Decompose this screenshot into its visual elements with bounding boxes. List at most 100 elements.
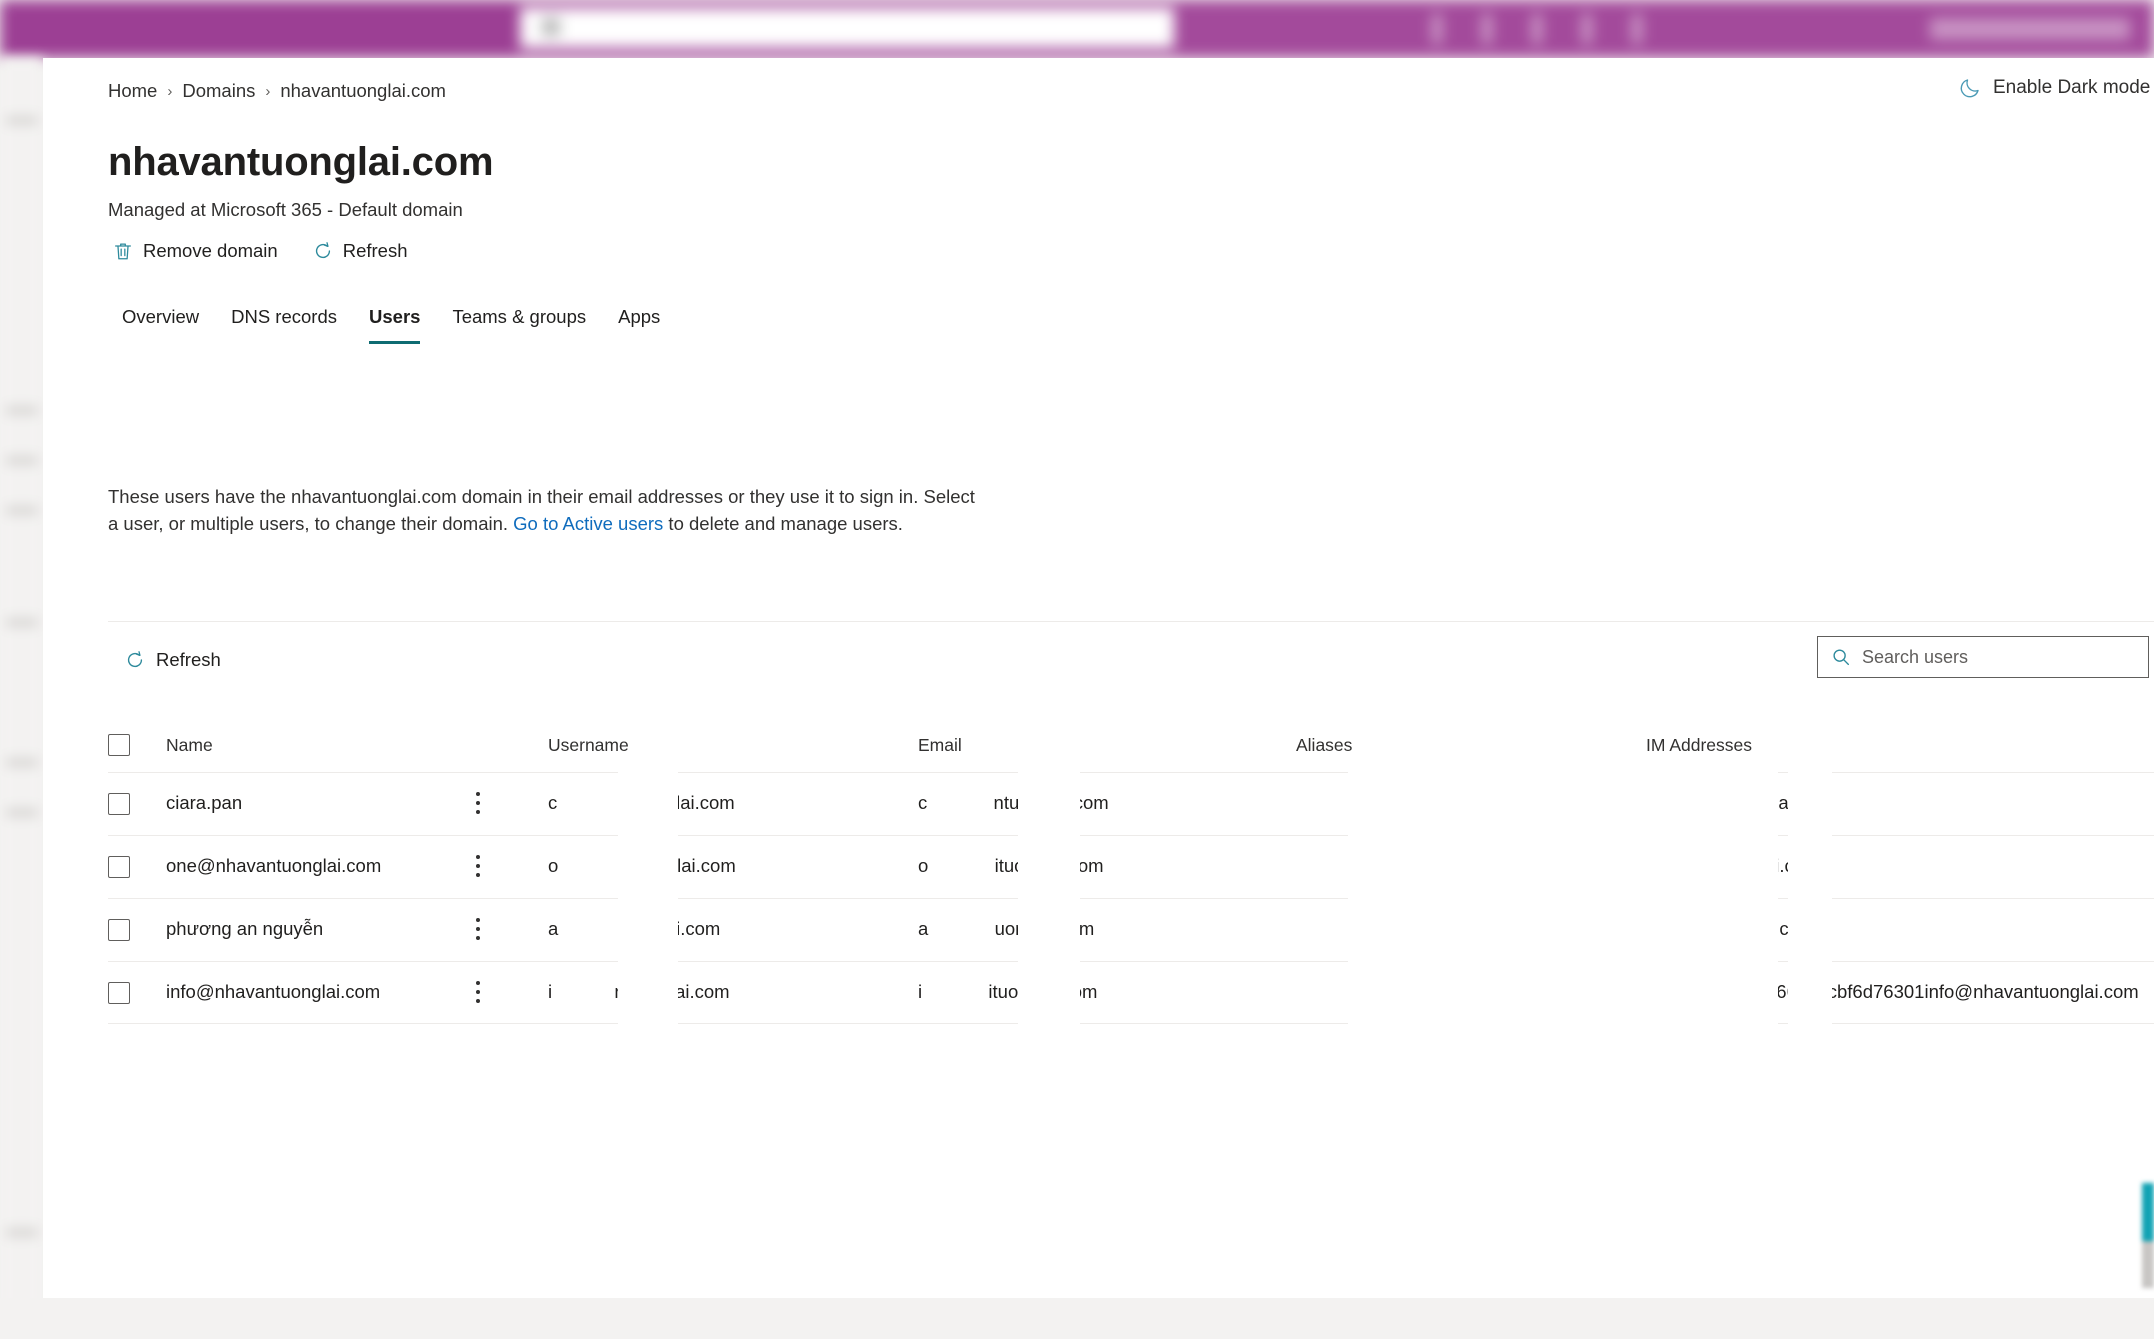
dark-mode-label: Enable Dark mode <box>1993 77 2151 98</box>
row-more-options-icon[interactable] <box>466 915 490 943</box>
row-more-options-icon[interactable] <box>466 978 490 1006</box>
row-more-options-icon[interactable] <box>466 789 490 817</box>
username-suffix: ntuonglai.com <box>620 855 736 876</box>
suite-waffle-area <box>0 0 520 58</box>
email-suffix: uonglai.com <box>994 918 1095 939</box>
im-prefix: a <box>1646 918 1657 939</box>
suite-icon-4[interactable] <box>1582 14 1592 44</box>
column-header-email[interactable]: Email <box>918 735 1296 756</box>
suite-icon-1[interactable] <box>1432 14 1442 44</box>
left-nav-rail[interactable] <box>0 58 43 1339</box>
user-name-text: one@nhavantuonglai.com <box>166 855 382 876</box>
breadcrumb: Home › Domains › nhavantuonglai.com <box>108 80 446 102</box>
suite-icon-2[interactable] <box>1482 14 1492 44</box>
cell-aliases <box>1296 836 1646 855</box>
suite-header-bar <box>0 0 2154 58</box>
username-prefix: c <box>548 792 558 813</box>
row-select-cell <box>108 836 166 878</box>
go-to-active-users-link[interactable]: Go to Active users <box>513 513 663 534</box>
enable-dark-mode-toggle[interactable]: Enable Dark mode <box>1958 76 2150 100</box>
user-name-text: ciara.pan <box>166 792 243 813</box>
row-select-cell <box>108 962 166 1004</box>
rail-item-2[interactable] <box>6 406 38 415</box>
email-suffix: ituonglai.com <box>988 981 1098 1002</box>
user-name-text: info@nhavantuonglai.com <box>166 981 381 1002</box>
user-name-text: phương an nguyễn <box>166 918 324 939</box>
vertical-scrollbar-thumb[interactable] <box>2142 1183 2154 1288</box>
rail-item-7[interactable] <box>6 808 38 817</box>
suite-search-icon <box>542 18 560 36</box>
im-prefix: o <box>1646 855 1657 876</box>
tab-apps[interactable]: Apps <box>602 298 676 344</box>
row-checkbox[interactable] <box>108 856 130 878</box>
cell-username: o ntuonglai.com <box>548 836 918 877</box>
window-bottom-strip <box>0 1298 2154 1339</box>
email-suffix: ntuonglai.com <box>993 792 1109 813</box>
column-header-name[interactable]: Name <box>166 735 548 756</box>
search-users-box[interactable] <box>1817 636 2149 678</box>
column-header-username[interactable]: Username <box>548 735 918 756</box>
tab-dns-records[interactable]: DNS records <box>215 298 353 344</box>
username-prefix: a <box>548 918 559 939</box>
search-users-input[interactable] <box>1862 646 2136 668</box>
refresh-users-button[interactable]: Refresh <box>118 645 227 675</box>
cell-email: c ntuonglai.com <box>918 773 1296 814</box>
row-checkbox[interactable] <box>108 793 130 815</box>
tab-users[interactable]: Users <box>353 298 436 344</box>
username-prefix: i <box>548 981 553 1002</box>
refresh-domain-button[interactable]: Refresh <box>306 236 414 266</box>
toolbar-divider <box>108 621 2154 622</box>
rail-item-8[interactable] <box>6 1228 38 1237</box>
users-table: Name Username Email Aliases IM Addresses… <box>108 718 2154 1024</box>
email-suffix: ituonglai.com <box>994 855 1104 876</box>
im-suffix: 3404aa66eeecbf6d76301info@nhavantuonglai… <box>1714 981 2139 1002</box>
email-prefix: o <box>918 855 929 876</box>
tab-overview[interactable]: Overview <box>106 298 215 344</box>
im-suffix: tuonglai.com <box>1714 855 1820 876</box>
column-header-im-addresses[interactable]: IM Addresses <box>1646 735 2154 756</box>
breadcrumb-item-current[interactable]: nhavantuonglai.com <box>280 80 446 102</box>
table-row[interactable]: phương an nguyễn a uonglai.com a uonglai… <box>108 898 2154 961</box>
email-prefix: c <box>918 792 928 813</box>
suite-icon-5[interactable] <box>1632 14 1642 44</box>
page-title: nhavantuonglai.com <box>108 140 494 184</box>
suite-icon-3[interactable] <box>1532 14 1542 44</box>
row-select-cell <box>108 899 166 941</box>
main-content: Home › Domains › nhavantuonglai.com Enab… <box>43 58 2154 1298</box>
table-row[interactable]: info@nhavantuonglai.com i ntuonglai.com … <box>108 961 2154 1024</box>
page-subtitle: Managed at Microsoft 365 - Default domai… <box>108 199 463 220</box>
breadcrumb-item-domains[interactable]: Domains <box>182 80 255 102</box>
suite-search-box[interactable] <box>520 8 1175 48</box>
rail-item-1[interactable] <box>6 116 38 125</box>
cell-aliases <box>1296 773 1646 792</box>
refresh-domain-label: Refresh <box>342 240 408 261</box>
rail-item-6[interactable] <box>6 758 38 767</box>
cell-im-addresses: 2 3404aa66eeecbf6d76301info@nhavantuongl… <box>1646 962 2154 1003</box>
breadcrumb-item-home[interactable]: Home <box>108 80 157 102</box>
table-row[interactable]: ciara.pan c ntuonglai.com c ntuonglai.co… <box>108 772 2154 835</box>
email-prefix: a <box>918 918 929 939</box>
tab-teams-groups[interactable]: Teams & groups <box>436 298 602 344</box>
suite-account-label[interactable] <box>1930 18 2130 40</box>
command-bar: Remove domain Refresh <box>106 236 413 266</box>
row-checkbox[interactable] <box>108 919 130 941</box>
rail-item-5[interactable] <box>6 618 38 627</box>
refresh-icon <box>315 242 330 259</box>
refresh-icon <box>127 651 143 668</box>
cell-im-addresses: o tuonglai.com <box>1646 836 2154 877</box>
trash-icon <box>115 243 131 260</box>
refresh-users-label: Refresh <box>156 649 221 670</box>
column-header-aliases[interactable]: Aliases <box>1296 735 1646 756</box>
rail-item-3[interactable] <box>6 456 38 465</box>
remove-domain-button[interactable]: Remove domain <box>106 236 284 266</box>
row-more-options-icon[interactable] <box>466 852 490 880</box>
cell-im-addresses: ci ntuonglai.com <box>1646 773 2154 814</box>
rail-item-4[interactable] <box>6 506 38 515</box>
cell-username: i ntuonglai.com <box>548 962 918 1003</box>
select-all-checkbox[interactable] <box>108 734 130 756</box>
cell-email: o ituonglai.com <box>918 836 1296 877</box>
table-row[interactable]: one@nhavantuonglai.com o ntuonglai.com o… <box>108 835 2154 898</box>
cell-name: info@nhavantuonglai.com <box>166 962 548 1003</box>
description-part2: to delete and manage users. <box>663 513 903 534</box>
row-checkbox[interactable] <box>108 982 130 1004</box>
